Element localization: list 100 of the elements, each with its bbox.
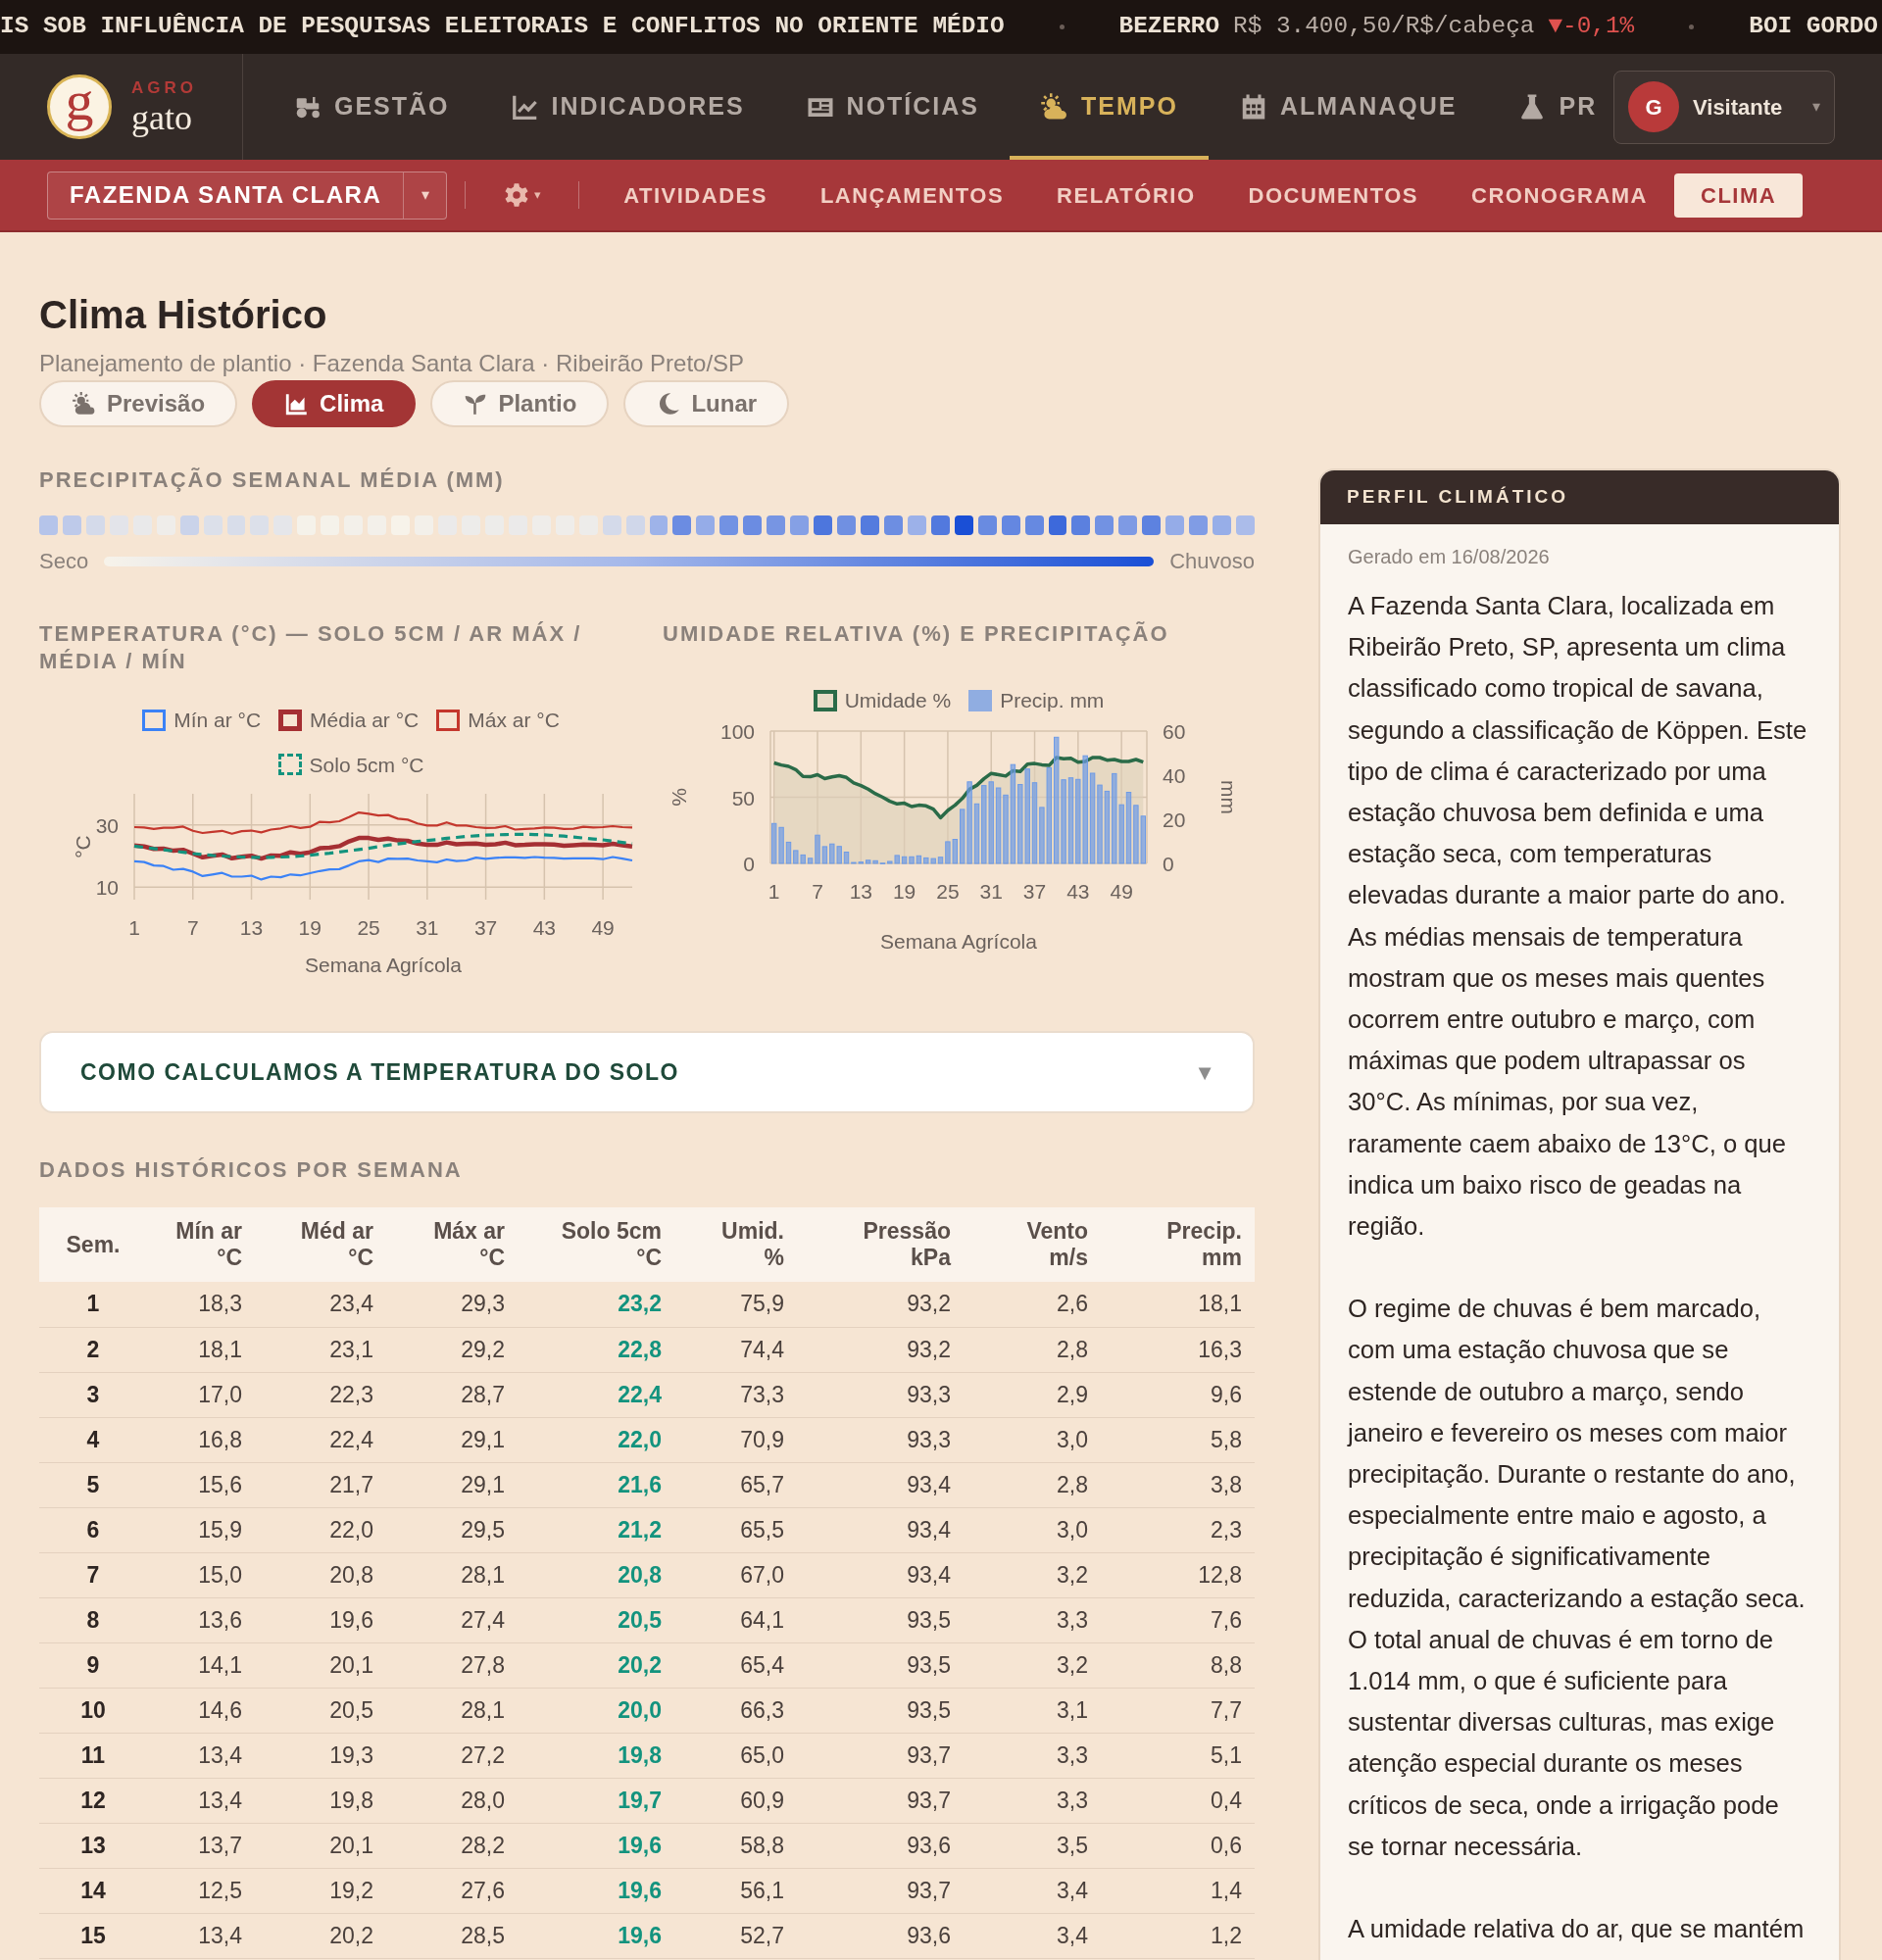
axis-tick-label: 60 xyxy=(1163,719,1186,743)
table-cell: 3,2 xyxy=(964,1552,1101,1598)
view-tab[interactable]: Plantio xyxy=(430,380,610,428)
table-cell: 3,5 xyxy=(964,1823,1101,1869)
table-cell: 52,7 xyxy=(674,1913,797,1959)
axis-tick-label: 1 xyxy=(128,916,140,940)
table-cell: 19,6 xyxy=(518,1823,674,1869)
axis-tick-label: 25 xyxy=(357,916,380,940)
subnav-tab[interactable]: ATIVIDADES xyxy=(597,172,794,218)
table-cell: 93,7 xyxy=(797,1868,964,1914)
column-header[interactable]: Pressão kPa xyxy=(797,1207,964,1283)
table-cell: 29,1 xyxy=(386,1417,518,1463)
ticker-name: BEZERRO xyxy=(1118,12,1220,42)
brand-tag: AGRO xyxy=(131,78,197,96)
axis-tick-label: 20 xyxy=(1163,808,1186,831)
column-header[interactable]: Méd ar °C xyxy=(255,1207,386,1283)
view-tab[interactable]: Previsão xyxy=(39,380,238,428)
ticker-headline[interactable]: IS SOB INFLUÊNCIA DE PESQUISAS ELEITORAIS E CONFLITOS NO ORIENTE MÉDIO xyxy=(0,9,1005,45)
table-cell: 2,8 xyxy=(964,1462,1101,1508)
settings-button[interactable]: ▾ xyxy=(483,181,562,209)
table-cell: 19,6 xyxy=(255,1597,386,1643)
logo[interactable]: g xyxy=(47,74,112,139)
table-cell: 3,4 xyxy=(964,1868,1101,1914)
nav-tab[interactable]: GESTÃO xyxy=(263,54,480,160)
table-cell: 13 xyxy=(39,1823,147,1869)
accordion-title: COMO CALCULAMOS A TEMPERATURA DO SOLO xyxy=(80,1057,679,1087)
view-tab[interactable]: Lunar xyxy=(623,380,790,428)
table-cell: 6 xyxy=(39,1507,147,1553)
axis-tick-label: 19 xyxy=(298,916,322,940)
table-cell: 21,2 xyxy=(518,1507,674,1553)
table-cell: 93,5 xyxy=(797,1642,964,1689)
table-cell: 93,7 xyxy=(797,1778,964,1824)
legend-swatch xyxy=(436,709,461,731)
table-cell: 29,3 xyxy=(386,1282,518,1328)
column-header[interactable]: Sem. xyxy=(39,1207,147,1283)
column-header[interactable]: Mín ar °C xyxy=(147,1207,255,1283)
axis-tick-label: 37 xyxy=(1022,879,1047,903)
subnav-tab[interactable]: LANÇAMENTOS xyxy=(793,172,1031,218)
user-menu-button[interactable]: G Visitante ▾ xyxy=(1613,70,1835,144)
nav-tab[interactable]: TEMPO xyxy=(1010,54,1209,160)
table-cell: 93,3 xyxy=(797,1417,964,1463)
table-cell: 1 xyxy=(39,1282,147,1328)
dropdown-toggle[interactable]: ▾ xyxy=(403,171,448,220)
axis-title: Semana Agrícola xyxy=(305,954,462,977)
table-cell: 75,9 xyxy=(674,1282,797,1328)
table-cell: 3,0 xyxy=(964,1417,1101,1463)
table-cell: 74,4 xyxy=(674,1327,797,1373)
table-cell: 13,4 xyxy=(147,1778,255,1824)
table-cell: 93,5 xyxy=(797,1688,964,1734)
axis-tick-label: 7 xyxy=(812,879,823,903)
axis-tick-label: 19 xyxy=(892,879,916,903)
table-cell: 3,0 xyxy=(964,1507,1101,1553)
table-cell: 22,4 xyxy=(255,1417,386,1463)
axis-tick-label: 40 xyxy=(1163,763,1186,787)
table-cell: 19,7 xyxy=(518,1778,674,1824)
table-cell: 28,1 xyxy=(386,1552,518,1598)
nav-tab[interactable]: NOTÍCIAS xyxy=(774,54,1011,160)
farm-select[interactable]: FAZENDA SANTA CLARA xyxy=(47,171,405,220)
table-cell: 65,5 xyxy=(674,1507,797,1553)
table-cell: 8 xyxy=(39,1597,147,1643)
paragraph: A umidade relativa do ar, que se mantém xyxy=(1348,1914,1806,1945)
table-cell: 14 xyxy=(39,1868,147,1914)
view-tab[interactable]: Clima xyxy=(252,380,417,428)
axis-tick-label: 50 xyxy=(731,786,755,809)
subnav-tab[interactable]: DOCUMENTOS xyxy=(1221,172,1445,218)
axis-tick-label: 13 xyxy=(849,879,872,903)
table-cell: 1,4 xyxy=(1101,1868,1255,1914)
scale-label: Chuvoso xyxy=(1169,548,1255,576)
table-cell: 27,8 xyxy=(386,1642,518,1689)
table-cell: 3,4 xyxy=(964,1913,1101,1959)
subnav-tab[interactable]: CLIMA xyxy=(1674,172,1804,218)
column-header[interactable]: Solo 5cm °C xyxy=(518,1207,674,1283)
table-cell: 2,6 xyxy=(964,1282,1101,1328)
table-cell: 10 xyxy=(39,1688,147,1734)
axis-tick-label: 37 xyxy=(473,916,498,940)
accordion-header[interactable]: COMO CALCULAMOS A TEMPERATURA DO SOLO ▼ xyxy=(39,1031,1255,1114)
legend-label: Mín ar °C xyxy=(173,708,262,734)
table-cell: 65,4 xyxy=(674,1642,797,1689)
table-cell: 3,3 xyxy=(964,1597,1101,1643)
page-subtitle: Planejamento de plantio · Fazenda Santa Clara · Ribeirão Preto/SP xyxy=(39,349,746,378)
axis-title: mm xyxy=(1217,779,1240,814)
axis-tick-label: 10 xyxy=(95,876,119,900)
nav-tab[interactable]: PR xyxy=(1487,54,1613,160)
table-cell: 27,4 xyxy=(386,1597,518,1643)
column-header[interactable]: Precip. mm xyxy=(1101,1207,1255,1283)
axis-tick-label: 13 xyxy=(239,916,264,940)
column-header[interactable]: Vento m/s xyxy=(964,1207,1101,1283)
axis-tick-label: 31 xyxy=(979,879,1003,903)
table-cell: 93,4 xyxy=(797,1462,964,1508)
nav-tab[interactable]: ALMANAQUE xyxy=(1208,54,1488,160)
column-header[interactable]: Umid. % xyxy=(674,1207,797,1283)
brand-name[interactable]: gato xyxy=(131,99,197,135)
table-cell: 20,5 xyxy=(518,1597,674,1643)
table-cell: 28,2 xyxy=(386,1823,518,1869)
table-cell: 8,8 xyxy=(1101,1642,1255,1689)
subnav-tab[interactable]: RELATÓRIO xyxy=(1030,172,1222,218)
subnav-tab[interactable]: CRONOGRAMA xyxy=(1445,172,1674,218)
column-header[interactable]: Máx ar °C xyxy=(386,1207,518,1283)
table-cell: 15 xyxy=(39,1913,147,1959)
nav-tab[interactable]: INDICADORES xyxy=(479,54,775,160)
